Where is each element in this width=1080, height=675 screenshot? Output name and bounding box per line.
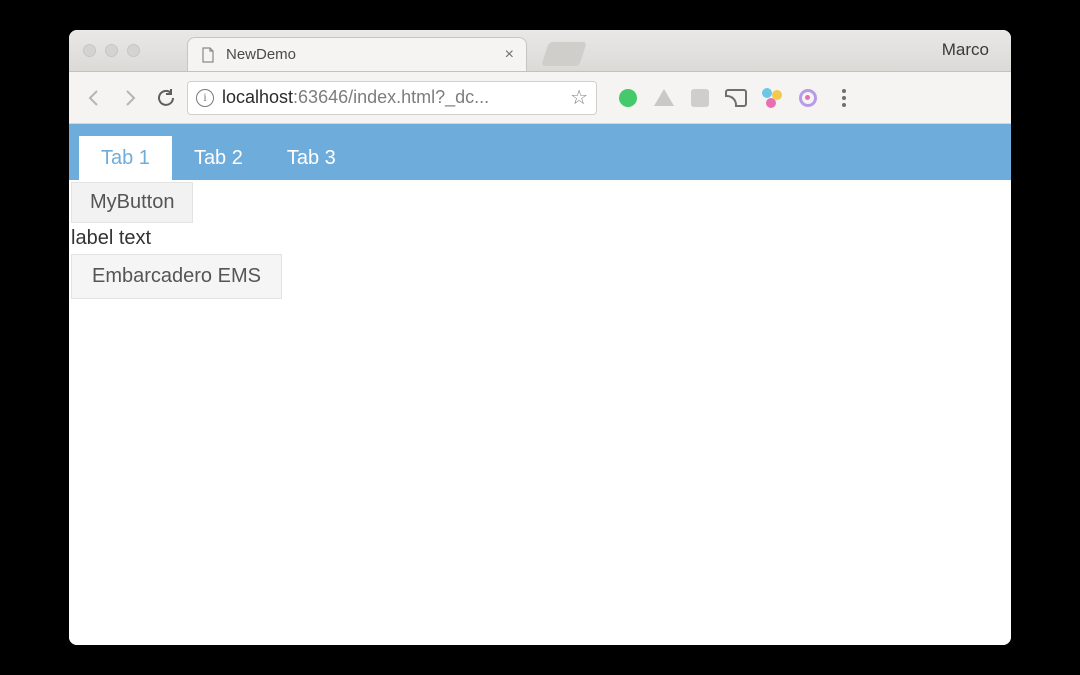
url-port: :63646 [293,87,348,107]
close-window-icon[interactable] [83,44,96,57]
extension-blob-icon[interactable] [761,87,783,109]
browser-toolbar: i localhost:63646/index.html?_dc... ☆ [69,72,1011,124]
url-host: localhost [222,87,293,107]
file-icon [200,47,216,63]
titlebar: NewDemo × Marco [69,30,1011,72]
inactive-tab-shape [541,42,587,66]
extension-drive-icon[interactable] [653,87,675,109]
extension-green-dot-icon[interactable] [617,87,639,109]
forward-button[interactable] [115,83,145,113]
address-bar[interactable]: i localhost:63646/index.html?_dc... ☆ [187,81,597,115]
extension-donut-icon[interactable] [797,87,819,109]
browser-tab-strip: NewDemo × [187,30,595,71]
traffic-lights [83,44,140,57]
tab-panel: MyButton label text Embarcadero EMS [69,180,1011,299]
extension-icons [617,87,855,109]
reload-button[interactable] [151,83,181,113]
bookmark-star-icon[interactable]: ☆ [570,85,588,110]
maximize-window-icon[interactable] [127,44,140,57]
browser-tab-title: NewDemo [226,46,495,63]
page-content: Tab 1 Tab 2 Tab 3 MyButton label text Em… [69,124,1011,645]
tab-1[interactable]: Tab 1 [79,136,172,180]
close-tab-icon[interactable]: × [505,47,514,63]
my-button[interactable]: MyButton [71,182,193,223]
browser-menu-icon[interactable] [833,87,855,109]
browser-tab-inactive[interactable] [533,37,595,71]
minimize-window-icon[interactable] [105,44,118,57]
browser-window: NewDemo × Marco i localhost:63646/index.… [69,30,1011,645]
app-tabbar: Tab 1 Tab 2 Tab 3 [69,124,1011,180]
browser-tab-active[interactable]: NewDemo × [187,37,527,71]
embarcadero-ems-button[interactable]: Embarcadero EMS [71,254,282,299]
url-path: /index.html?_dc... [348,87,489,107]
tab-3[interactable]: Tab 3 [265,136,358,180]
cast-icon[interactable] [725,87,747,109]
extension-square-icon[interactable] [689,87,711,109]
profile-name[interactable]: Marco [942,40,989,60]
label-text: label text [69,223,1011,254]
back-button[interactable] [79,83,109,113]
tab-2[interactable]: Tab 2 [172,136,265,180]
site-info-icon[interactable]: i [196,89,214,107]
url-text: localhost:63646/index.html?_dc... [222,87,562,108]
